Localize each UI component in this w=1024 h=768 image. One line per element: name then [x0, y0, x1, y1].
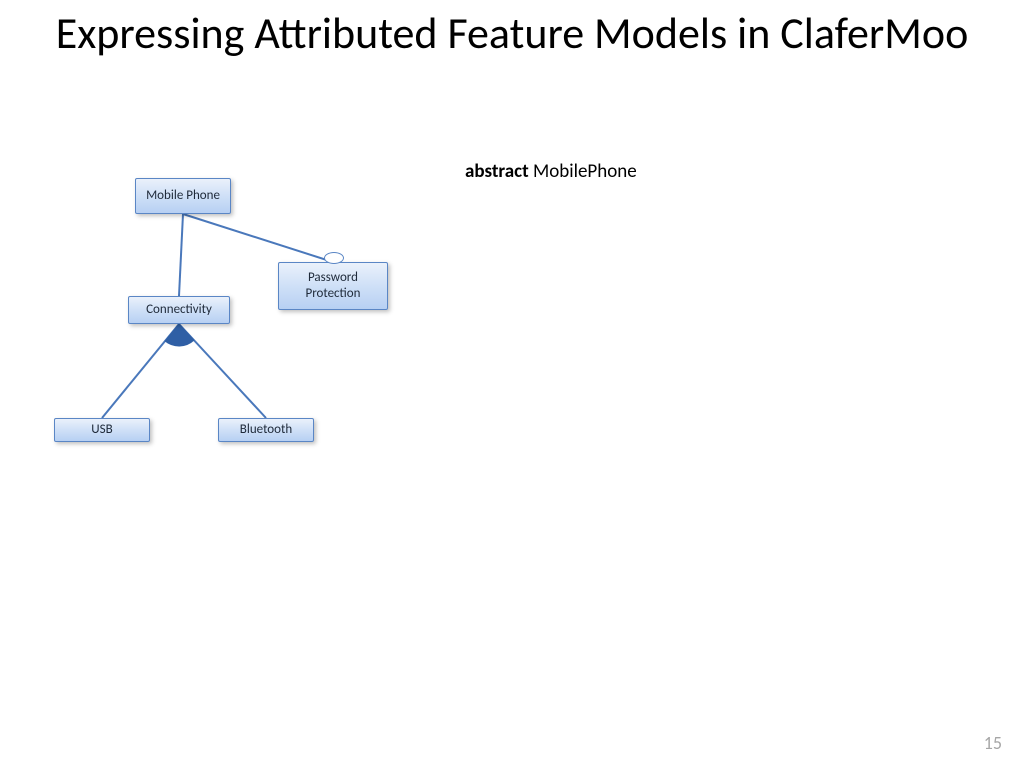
optional-indicator: [324, 252, 344, 264]
code-identifier: MobilePhone: [533, 160, 637, 183]
code-block: abstract MobilePhone: [465, 160, 637, 183]
node-connectivity: Connectivity: [128, 296, 230, 324]
node-usb: USB: [54, 418, 150, 442]
node-root: Mobile Phone: [135, 178, 231, 214]
feature-tree: Mobile Phone Connectivity Password Protect…: [40, 160, 460, 490]
node-password: Password Protection: [278, 262, 388, 310]
page-number: 15: [984, 732, 1002, 754]
node-bluetooth: Bluetooth: [218, 418, 314, 442]
slide-title: Expressing Attributed Feature Models in …: [0, 8, 1024, 59]
or-group-arc: [165, 324, 194, 346]
slide: Expressing Attributed Feature Models in …: [0, 0, 1024, 768]
code-keyword: abstract: [465, 160, 529, 183]
